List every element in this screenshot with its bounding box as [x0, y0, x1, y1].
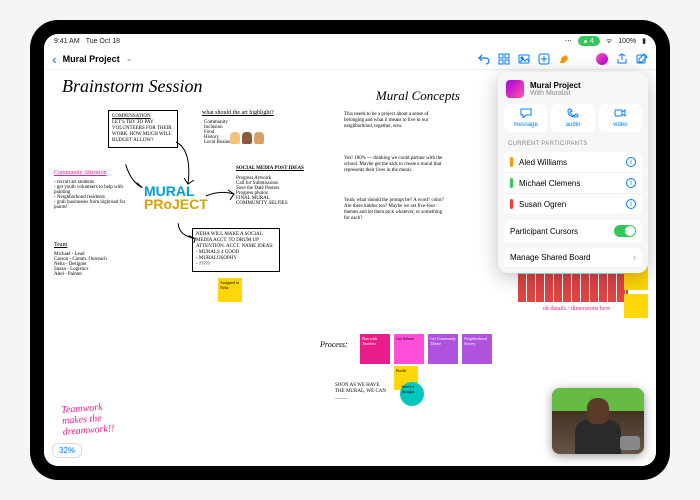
sticky-detail-2[interactable]	[624, 294, 648, 318]
share-panel: Mural Project With Muralist message audi…	[498, 72, 648, 273]
status-bar: 9:41 AM Tue Oct 18 ⋯ 4 ᯤ 100% ▮	[44, 34, 656, 48]
concepts-p3: Yeah, what should the prompt be? A word?…	[344, 198, 448, 222]
participant-color-dot	[510, 199, 513, 209]
board-avatar	[506, 80, 524, 98]
concepts-p1: This needs to be a project about a sense…	[344, 112, 440, 130]
arrow-2	[124, 162, 150, 188]
add-icon[interactable]	[538, 53, 550, 65]
participant-row[interactable]: Susan Ogren i	[504, 194, 642, 214]
concepts-title: Mural Concepts	[376, 88, 460, 104]
compensation-box[interactable]: COMPENSATION LET'S TRY TO PAY VOLUNTEERS…	[108, 110, 178, 148]
wifi-icon: ᯤ	[606, 37, 612, 46]
status-date: Tue Oct 18	[86, 38, 120, 45]
participant-color-dot	[510, 178, 513, 188]
solidarity-fists-illustration	[230, 132, 264, 144]
canvas-title: Brainstorm Session	[62, 76, 203, 97]
participant-name: Aled Williams	[519, 158, 620, 167]
attention-heading: Community Attention	[54, 170, 107, 176]
share-title: Mural Project	[530, 81, 581, 90]
battery-text: 100%	[618, 38, 636, 45]
collaborator-avatar[interactable]	[596, 53, 608, 65]
team-heading: Team	[54, 242, 67, 248]
details-label: ok details / dimensions here	[543, 306, 610, 312]
sticky-process-1[interactable]: Plan with Teachers	[360, 334, 390, 364]
grid-icon[interactable]	[498, 53, 510, 65]
social-heading: SOCIAL MEDIA POST IDEAS	[236, 166, 304, 171]
process-label: Process:	[320, 340, 348, 349]
neha-box[interactable]: NEHA WILL MAKE A SOCIAL MEDIA ACCT. TO D…	[192, 228, 280, 272]
cursors-toggle-row[interactable]: Participant Cursors	[504, 220, 642, 242]
media-icon[interactable]	[518, 53, 530, 65]
sticky-assigned[interactable]: Assigned to Neha	[218, 278, 242, 302]
share-header: Mural Project With Muralist	[504, 78, 642, 104]
audio-button[interactable]: audio	[551, 104, 594, 132]
participant-name: Susan Ogren	[519, 200, 620, 209]
arrow-3	[204, 188, 236, 202]
teamwork-text: Teamwork makes the dreamwork!!	[61, 401, 115, 438]
highlight-heading: what should the art highlight?	[202, 110, 274, 116]
soon-label: SOON AS WE HAVE THE MURAL, WE CAN _____	[332, 380, 390, 404]
participant-color-dot	[510, 157, 513, 167]
team-list: Michael - Lead Carson - Comm. Outreach N…	[54, 252, 107, 277]
sticky-thought[interactable]: here's a thought	[400, 382, 424, 406]
attention-list: - recruit art students - get youth volun…	[54, 180, 130, 210]
video-button[interactable]: video	[599, 104, 642, 132]
app-toolbar: ‹ Mural Project ⌄	[44, 48, 656, 70]
info-icon[interactable]: i	[626, 178, 636, 188]
participants-section-label: CURRENT PARTICIPANTS	[504, 138, 642, 150]
facetime-pip[interactable]	[552, 388, 644, 454]
manage-board-row[interactable]: Manage Shared Board ›	[504, 248, 642, 267]
battery-icon: ▮	[642, 37, 646, 45]
cursors-toggle[interactable]	[614, 225, 636, 237]
participant-row[interactable]: Aled Williams i	[504, 152, 642, 173]
ipad-frame: 9:41 AM Tue Oct 18 ⋯ 4 ᯤ 100% ▮ ‹ Mural …	[30, 20, 670, 480]
pen-tool-icon[interactable]	[558, 53, 570, 65]
share-subtitle: With Muralist	[530, 90, 581, 97]
arrow-4	[174, 222, 198, 246]
board-title[interactable]: Mural Project	[63, 54, 120, 64]
multitask-icon[interactable]: ⋯	[565, 37, 572, 45]
concepts-p2: Yes! 100% — thinking we could partner wi…	[344, 156, 444, 174]
back-button[interactable]: ‹	[52, 51, 57, 67]
participant-row[interactable]: Michael Clemens i	[504, 173, 642, 194]
facetime-self-view[interactable]	[620, 436, 640, 450]
message-button[interactable]: message	[504, 104, 547, 132]
share-icon[interactable]	[616, 53, 628, 65]
sticky-process-4[interactable]: Neighborhood Survey	[462, 334, 492, 364]
arrow-1	[174, 140, 204, 190]
status-time: 9:41 AM	[54, 38, 80, 45]
screen: 9:41 AM Tue Oct 18 ⋯ 4 ᯤ 100% ▮ ‹ Mural …	[44, 34, 656, 466]
undo-icon[interactable]	[478, 53, 490, 65]
title-chevron-icon[interactable]: ⌄	[126, 54, 133, 63]
zoom-indicator[interactable]: 32%	[52, 443, 82, 458]
info-icon[interactable]: i	[626, 157, 636, 167]
info-icon[interactable]: i	[626, 199, 636, 209]
sticky-process-2[interactable]: Get Advice	[394, 334, 424, 364]
social-list: Progress Artwork Call for Submissions Sa…	[236, 176, 288, 206]
sticky-process-3[interactable]: Get Community Theme	[428, 334, 458, 364]
facetime-pill[interactable]: 4	[578, 36, 600, 46]
compose-icon[interactable]	[636, 53, 648, 65]
participant-name: Michael Clemens	[519, 179, 620, 188]
chevron-right-icon: ›	[633, 253, 636, 262]
